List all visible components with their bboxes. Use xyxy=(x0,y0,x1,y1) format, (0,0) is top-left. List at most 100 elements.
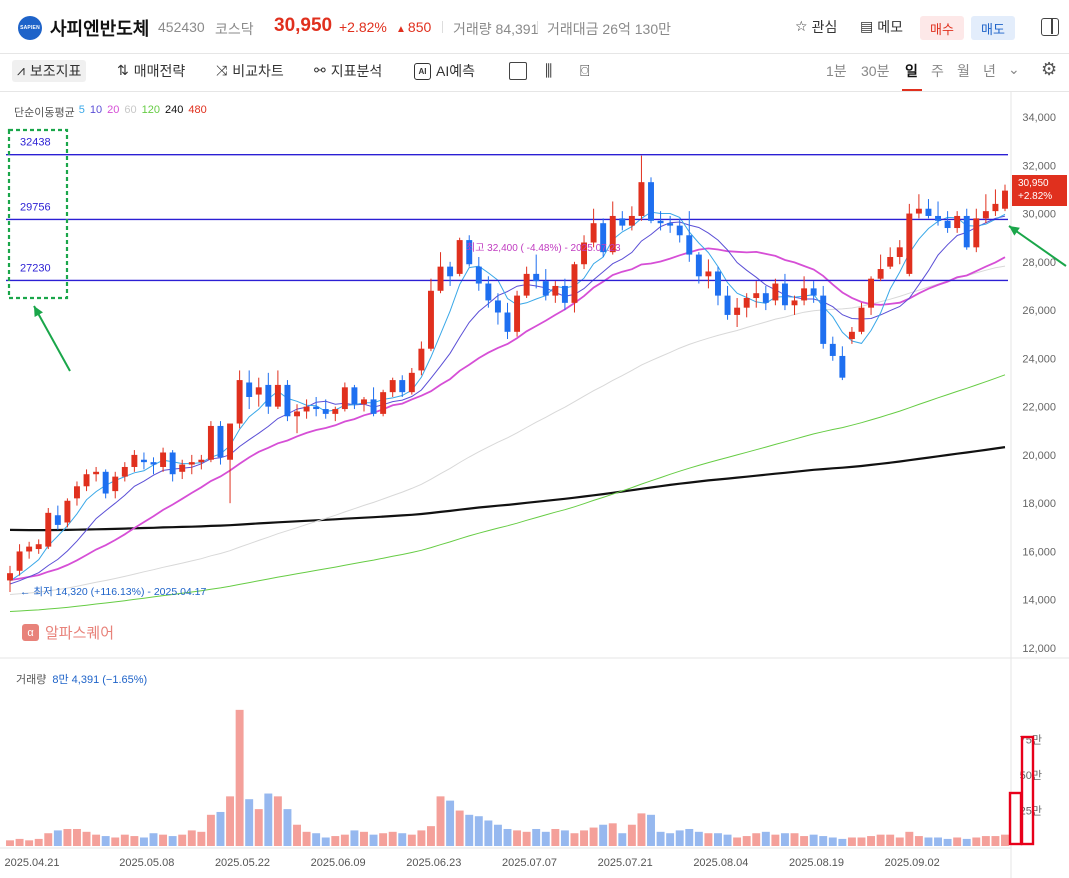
y-tick-label: 32,000 xyxy=(1022,160,1056,172)
candle-body xyxy=(848,331,855,340)
volume-bar xyxy=(417,830,426,846)
candle-body xyxy=(762,293,769,303)
volume-bar xyxy=(226,796,235,846)
candle xyxy=(265,372,272,414)
candle xyxy=(54,505,61,530)
period-1min[interactable]: 1분 xyxy=(826,61,847,81)
volume-bar xyxy=(360,831,368,846)
arrow-to-levels xyxy=(33,305,71,372)
y-tick-label: 26,000 xyxy=(1022,305,1056,317)
candle-body xyxy=(734,307,741,315)
volume-bar xyxy=(321,837,330,846)
candle-type-button[interactable]: ⫼ xyxy=(545,60,552,82)
period-year[interactable]: 년 xyxy=(983,61,996,81)
volume-bar xyxy=(589,827,598,846)
period-month[interactable]: 월 xyxy=(957,61,970,81)
candle xyxy=(963,208,970,250)
x-tick-label: 2025.07.07 xyxy=(502,857,557,869)
candle xyxy=(389,377,396,397)
candle-body xyxy=(935,215,941,221)
candle-body xyxy=(887,256,894,267)
sell-button[interactable]: 매도 xyxy=(971,16,1015,40)
compare-button[interactable]: ⤨ 비교차트 xyxy=(216,60,284,82)
screenshot-button[interactable]: ⌼ xyxy=(580,60,590,82)
shuffle-icon: ⤨ xyxy=(216,63,228,79)
candle xyxy=(839,346,846,381)
gear-icon[interactable]: ⚙ xyxy=(1041,59,1057,80)
candle-body xyxy=(131,454,138,467)
candle xyxy=(1002,184,1008,212)
memo-button[interactable]: ▤ 메모 xyxy=(860,17,903,37)
volume-bar xyxy=(886,834,895,846)
candle xyxy=(533,254,540,289)
y-tick-label: 24,000 xyxy=(1022,353,1056,365)
volume-bar xyxy=(178,834,187,846)
x-tick-label: 2025.04.21 xyxy=(4,857,59,869)
candle-body xyxy=(227,423,234,460)
volume-bar xyxy=(63,828,72,846)
candle xyxy=(361,396,367,412)
candle-body xyxy=(542,281,549,296)
candle-body xyxy=(284,384,291,417)
period-more-chevron-icon[interactable]: ⌄ xyxy=(1008,61,1020,78)
candle-body xyxy=(571,264,578,303)
candle-body xyxy=(217,425,224,458)
candle xyxy=(896,240,903,265)
drawing-box-icon[interactable] xyxy=(509,62,527,80)
candle-body xyxy=(418,348,425,371)
volume-bar xyxy=(704,833,713,846)
volume-bar xyxy=(101,836,110,846)
strategy-button[interactable]: ⇅ 매매전략 xyxy=(117,60,185,82)
price-chart[interactable]: 34,000 32,000 30,000 28,000 26,000 24,000 22,0… xyxy=(0,92,1069,878)
candle xyxy=(236,370,243,429)
indicator-button[interactable]: ⩘ 보조지표 xyxy=(12,60,87,82)
candle-body xyxy=(820,295,827,344)
volume-bar xyxy=(771,834,780,846)
watch-button[interactable]: ☆ 관심 xyxy=(795,17,837,37)
candle-body xyxy=(399,380,406,393)
candle-body xyxy=(160,452,167,467)
side-panel-icon[interactable] xyxy=(1041,18,1059,36)
ma-legend: 단순이동평균 5 10 20 60 120 240 480 xyxy=(14,104,207,120)
candle xyxy=(935,201,941,226)
candle xyxy=(724,285,731,320)
candle xyxy=(715,266,721,306)
candle-body xyxy=(26,546,33,552)
candle-body xyxy=(877,269,884,279)
candle xyxy=(858,302,865,335)
volume-bar xyxy=(847,837,856,846)
volume-bar xyxy=(694,831,703,846)
volume-bar xyxy=(254,809,263,846)
period-week[interactable]: 주 xyxy=(931,61,944,81)
candle-body xyxy=(332,409,339,414)
candle xyxy=(734,298,741,327)
volume-bar xyxy=(206,814,215,846)
period-day[interactable]: 일 xyxy=(905,61,918,81)
ai-forecast-button[interactable]: AI AI예측 xyxy=(414,60,475,82)
candle xyxy=(112,471,119,499)
analysis-button[interactable]: ⚯ 지표분석 xyxy=(314,60,382,82)
candle-body xyxy=(724,295,731,315)
watch-label: 관심 xyxy=(811,19,838,35)
volume-bar xyxy=(1001,834,1009,846)
buy-button[interactable]: 매수 xyxy=(920,16,964,40)
candle xyxy=(628,206,635,231)
candle-body xyxy=(265,384,272,407)
volume-bar xyxy=(293,824,301,846)
candle-body xyxy=(638,182,645,216)
change-percent: +2.82% xyxy=(339,19,387,35)
period-30min[interactable]: 30분 xyxy=(861,61,889,81)
ma-legend-item: 10 xyxy=(89,104,103,116)
volume-bar xyxy=(149,833,158,846)
volume-bar xyxy=(934,837,942,846)
volume-bar xyxy=(522,831,531,846)
candle xyxy=(370,387,377,417)
candle-body xyxy=(198,459,205,463)
candle xyxy=(944,211,951,233)
candle-body xyxy=(590,223,597,243)
volume-bar xyxy=(187,830,196,846)
volume-bar xyxy=(15,838,24,846)
volume-bar xyxy=(92,834,101,846)
volume-summary: 거래량 84,391 xyxy=(453,21,539,37)
up-down-arrows-icon: ⇅ xyxy=(117,63,129,79)
